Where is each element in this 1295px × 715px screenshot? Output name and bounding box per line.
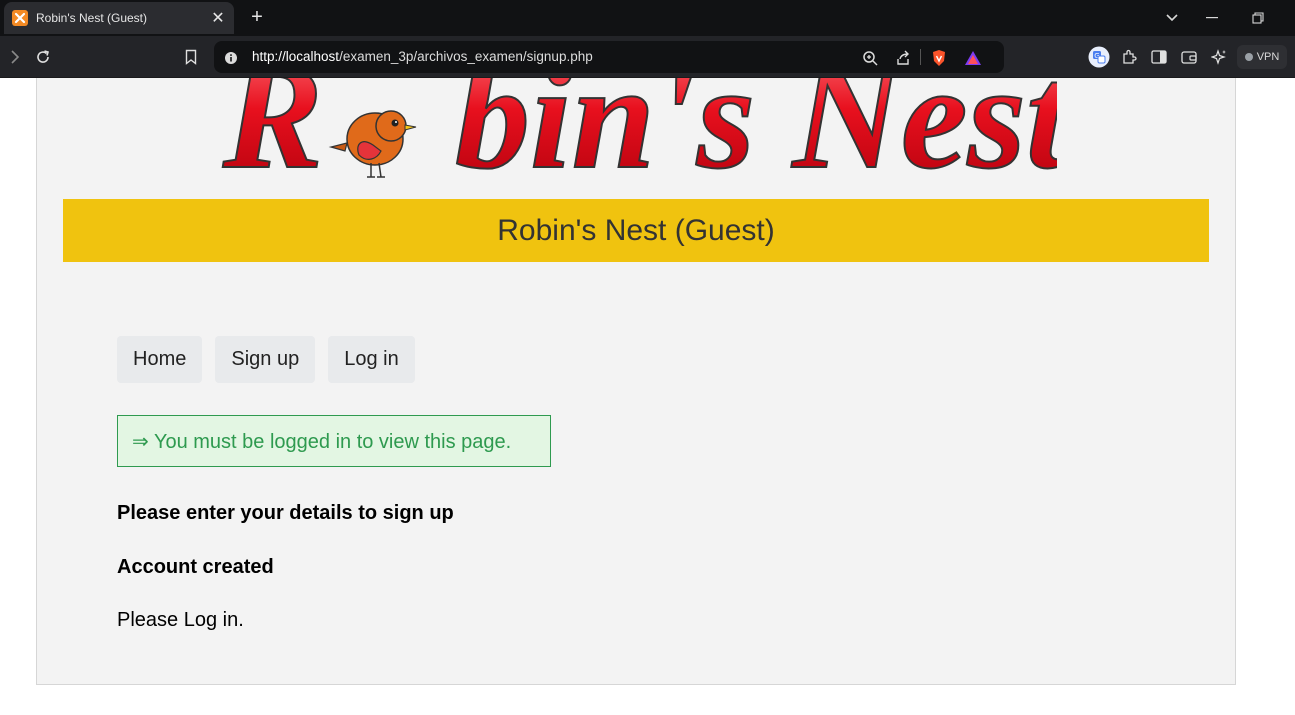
nav-login-button[interactable]: Log in	[328, 336, 415, 383]
logo-letter-r: R	[222, 78, 323, 199]
login-prompt-text: Please Log in.	[117, 609, 244, 631]
vpn-label: VPN	[1256, 51, 1280, 63]
nav-signup-button[interactable]: Sign up	[215, 336, 316, 383]
nav-home-button[interactable]: Home	[117, 336, 203, 383]
tab-search-chevron-icon[interactable]	[1150, 0, 1194, 36]
divider	[920, 49, 921, 65]
restore-window-button[interactable]	[1236, 0, 1280, 36]
robin-bird-icon	[328, 110, 417, 178]
close-tab-icon[interactable]: ✕	[210, 8, 226, 28]
vpn-status-icon	[1244, 53, 1253, 61]
xampp-favicon-icon	[12, 10, 28, 26]
login-required-notice: ⇒ You must be logged in to view this pag…	[117, 415, 551, 467]
minimize-window-button[interactable]	[1190, 0, 1234, 36]
url-host: http://localhost	[252, 49, 340, 64]
brave-rewards-icon[interactable]	[962, 47, 984, 69]
browser-toolbar: http://localhost/examen_3p/archivos_exam…	[0, 36, 1295, 78]
bookmark-icon[interactable]	[178, 44, 204, 70]
page-container: R bin's Nest Robin's Nest (Guest) Home S…	[36, 78, 1236, 685]
browser-tab-strip: Robin's Nest (Guest) ✕ +	[0, 0, 1295, 36]
tab-title: Robin's Nest (Guest)	[36, 11, 147, 25]
reload-icon[interactable]	[30, 44, 56, 70]
page-viewport: R bin's Nest Robin's Nest (Guest) Home S…	[0, 78, 1295, 715]
nav-menu: Home Sign up Log in	[117, 336, 415, 383]
logo-text: bin's Nest	[455, 78, 1057, 199]
account-created-heading: Account created	[117, 556, 274, 578]
share-icon[interactable]	[892, 47, 914, 69]
wallet-icon[interactable]	[1176, 44, 1202, 70]
signup-heading: Please enter your details to sign up	[117, 502, 454, 524]
sidebar-icon[interactable]	[1146, 44, 1172, 70]
vpn-button[interactable]: VPN	[1237, 45, 1287, 69]
site-info-icon[interactable]	[220, 47, 242, 69]
new-tab-button[interactable]: +	[246, 6, 268, 28]
robins-nest-logo: R bin's Nest	[217, 78, 1073, 201]
url-path: /examen_3p/archivos_examen/signup.php	[339, 49, 593, 64]
extensions-icon[interactable]	[1116, 44, 1142, 70]
url-text[interactable]: http://localhost/examen_3p/archivos_exam…	[252, 49, 593, 64]
active-tab[interactable]: Robin's Nest (Guest) ✕	[4, 2, 234, 34]
brave-shields-icon[interactable]	[928, 47, 950, 69]
banner-title: Robin's Nest (Guest)	[497, 213, 775, 247]
zoom-icon[interactable]	[859, 47, 881, 69]
leo-ai-icon[interactable]	[1206, 44, 1232, 70]
forward-arrow-icon[interactable]	[2, 44, 28, 70]
site-banner: Robin's Nest (Guest)	[63, 199, 1209, 262]
address-bar[interactable]: http://localhost/examen_3p/archivos_exam…	[214, 41, 1004, 73]
translate-icon[interactable]: G	[1086, 44, 1112, 70]
